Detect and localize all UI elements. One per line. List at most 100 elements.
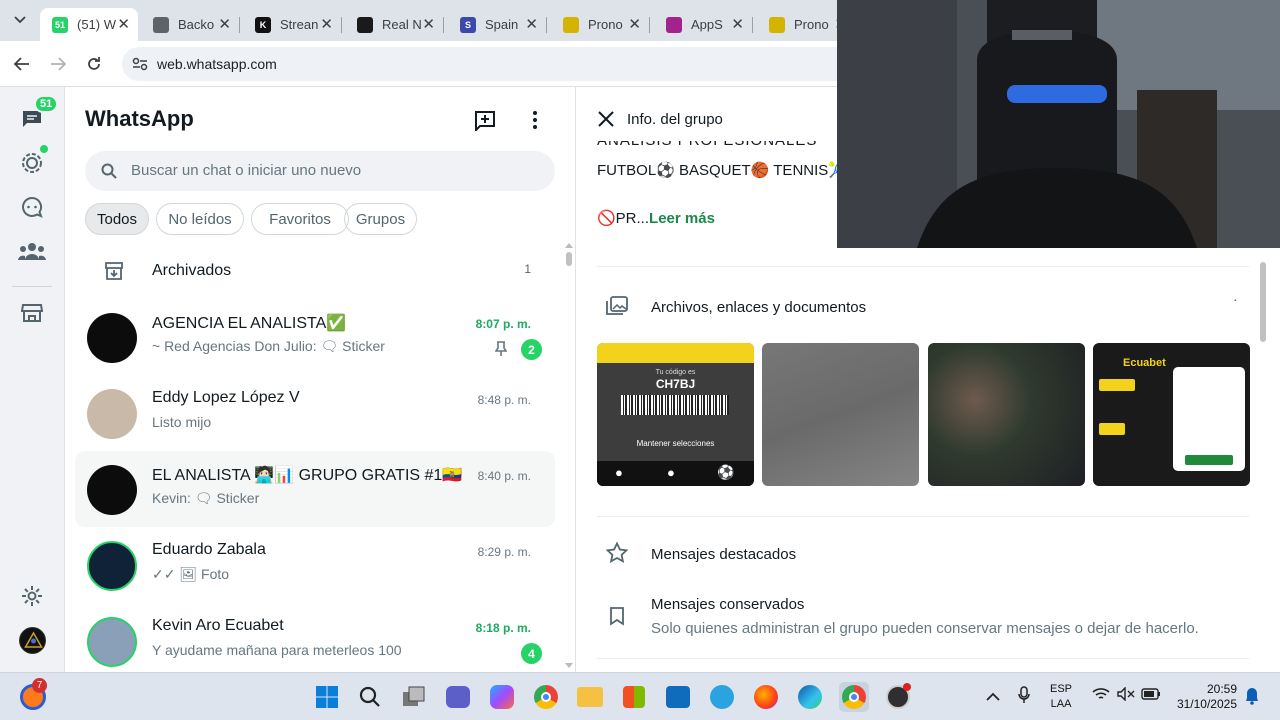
webcam-person-image [837,0,1280,248]
tab-title: Spain [485,17,519,32]
task-view-button[interactable] [399,682,429,712]
filter-grupos[interactable]: Grupos [344,203,417,235]
reload-button[interactable] [82,52,106,76]
archived-row[interactable]: Archivados 1 [75,247,555,295]
firefox-button[interactable] [751,682,781,712]
channels-nav-button[interactable] [18,193,46,221]
network-button[interactable] [1092,687,1110,706]
chat-avatar [87,465,137,515]
tab-close-icon[interactable]: ✕ [422,15,435,33]
start-button[interactable] [312,682,342,712]
url-text: web.whatsapp.com [157,56,277,72]
outlook-icon [666,686,690,708]
profile-avatar[interactable] [19,627,46,654]
chrome-button[interactable] [531,682,561,712]
tab-search-button[interactable] [8,8,32,32]
folder-icon [577,687,603,707]
kept-messages-row[interactable]: Mensajes conservados Solo quienes admini… [587,590,1259,650]
menu-button[interactable] [525,109,545,131]
browser-tab[interactable]: Backo ✕ [141,8,240,41]
media-thumb-3[interactable] [928,343,1085,486]
chat-row[interactable]: Eduardo Zabala ✓✓ 🖼 Foto 8:29 p. m. [75,527,555,603]
tab-separator [443,17,444,33]
new-chat-button[interactable] [473,109,497,133]
teams-button[interactable] [443,682,473,712]
task-view-icon [403,686,425,706]
taskbar-search-button[interactable] [355,682,385,712]
chat-row[interactable]: AGENCIA EL ANALISTA✅ ~ Red Agencias Don J… [75,299,555,375]
media-more-dot[interactable]: · [1233,291,1238,307]
chat-list-panel: WhatsApp Buscar un chat o iniciar uno nu… [65,87,576,672]
taskbar-widget-button[interactable]: 7 [18,678,48,712]
description-truncated: 🚫PR... [597,210,650,227]
chat-row[interactable]: Kevin Aro Ecuabet Y ayudame mañana para m… [75,603,555,672]
chat-name: AGENCIA EL ANALISTA✅ [152,315,347,332]
file-explorer-button[interactable] [575,682,605,712]
tab-close-icon[interactable]: ✕ [320,15,333,33]
media-thumb-4[interactable]: Ecuabet [1093,343,1250,486]
microphone-button[interactable] [1018,686,1030,709]
site-info-icon[interactable] [132,57,148,71]
chat-row[interactable]: EL ANALISTA 🧑🏻‍💻📊 GRUPO GRATIS #1🇪🇨 Kevin… [75,451,555,527]
media-thumb-2[interactable] [762,343,919,486]
telegram-button[interactable] [707,682,737,712]
edge-button[interactable] [795,682,825,712]
browser-tab[interactable]: Prono ✕ [551,8,650,41]
close-info-button[interactable] [597,110,617,130]
settings-nav-button[interactable] [18,582,46,610]
store-button[interactable] [619,682,649,712]
filter-no-leídos[interactable]: No leídos [156,203,244,235]
browser-tab[interactable]: AppS ✕ [654,8,753,41]
chat-row[interactable]: Eddy Lopez López V Listo mijo 8:48 p. m. [75,375,555,451]
media-section-title: Archivos, enlaces y documentos [651,299,867,316]
chrome-icon [534,685,558,709]
filter-todos[interactable]: Todos [85,203,149,235]
outlook-button[interactable] [663,682,693,712]
communities-nav-button[interactable] [18,237,46,265]
browser-tab[interactable]: 51 (51) W ✕ [40,8,138,41]
description-line-2: FUTBOL⚽ BASQUET🏀 TENNIS🎾 [597,162,847,179]
tab-close-icon[interactable]: ✕ [628,15,641,33]
scroll-down-arrow[interactable] [565,663,573,668]
clock[interactable]: 20:59 31/10/2025 [1172,682,1237,712]
tab-favicon-icon [357,16,373,33]
volume-button[interactable] [1117,686,1135,706]
browser-tab[interactable]: S Spain ✕ [448,8,547,41]
media-section-header[interactable]: Archivos, enlaces y documentos · [587,287,1259,327]
status-nav-button[interactable] [18,145,48,177]
tab-close-icon[interactable]: ✕ [117,15,130,33]
language-indicator[interactable]: ESP LAA [1050,682,1072,712]
catalog-nav-button[interactable] [18,299,46,327]
forward-button[interactable] [46,52,70,76]
status-icon [22,153,42,173]
thumb-user-icon: ● [667,465,675,480]
search-input[interactable]: Buscar un chat o iniciar uno nuevo [85,151,555,191]
scroll-thumb[interactable] [566,252,572,266]
chat-time: 8:40 p. m. [477,469,531,483]
tab-close-icon[interactable]: ✕ [731,15,744,33]
navigation-rail: 51 [0,87,65,672]
info-scroll-thumb[interactable] [1260,262,1266,342]
media-thumb-1[interactable]: Tu código es CH7BJ Mantener selecciones … [597,343,754,486]
hidden-icons-button[interactable] [986,689,1000,707]
back-button[interactable] [10,52,34,76]
section-divider-2 [597,516,1249,517]
chat-preview: Listo mijo [152,414,212,430]
obs-button[interactable] [883,682,913,712]
read-more-link[interactable]: Leer más [649,210,715,227]
filter-favoritos[interactable]: Favoritos [251,203,349,235]
chats-nav-button[interactable]: 51 [18,95,59,133]
tab-close-icon[interactable]: ✕ [525,15,538,33]
battery-button[interactable] [1141,687,1161,706]
starred-messages-row[interactable]: Mensajes destacados [587,534,1259,574]
browser-tab[interactable]: K Strean ✕ [243,8,342,41]
reload-icon [88,57,100,70]
scroll-up-arrow[interactable] [565,243,573,248]
battery-icon [1141,688,1160,700]
tab-close-icon[interactable]: ✕ [218,15,231,33]
browser-tab[interactable]: Real N ✕ [345,8,444,41]
chrome-active-button[interactable] [839,682,869,712]
copilot-button[interactable] [487,682,517,712]
chat-list-scrollbar[interactable] [565,243,573,672]
notifications-button[interactable] [1245,687,1259,710]
